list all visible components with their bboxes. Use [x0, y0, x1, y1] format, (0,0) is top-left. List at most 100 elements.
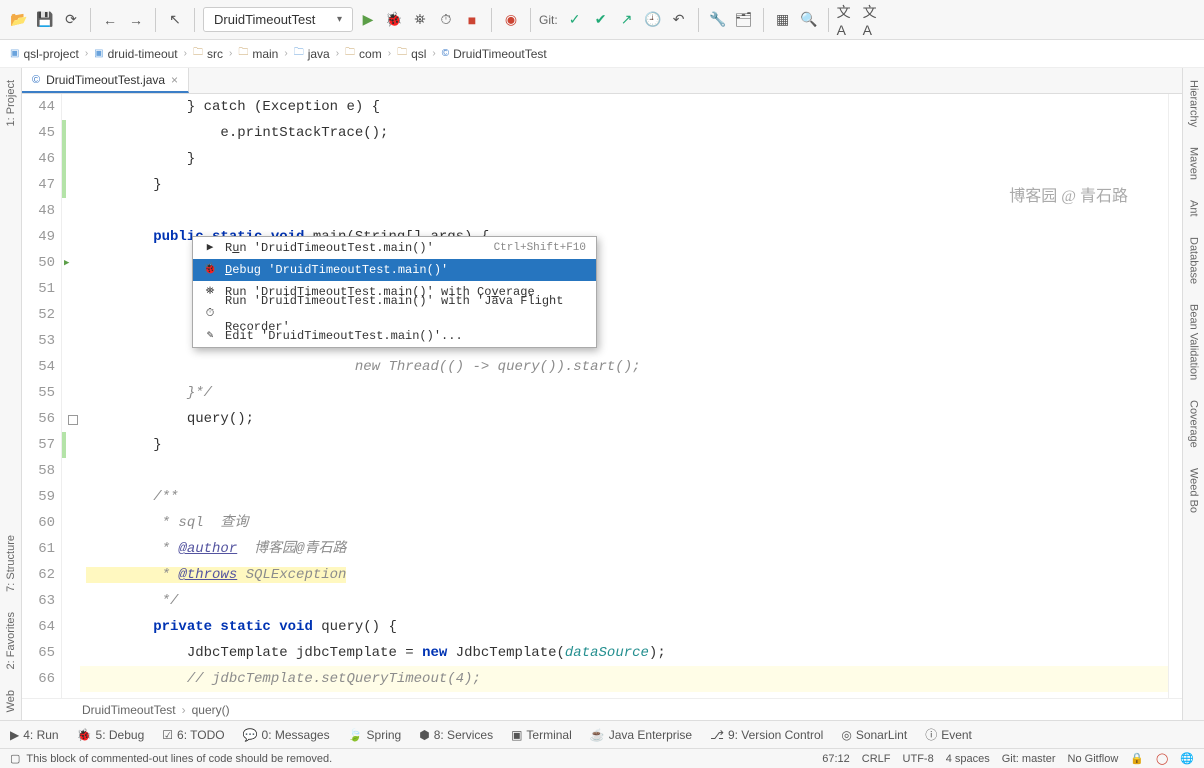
tool-window-label: Event — [941, 728, 972, 742]
main-toolbar: 📂 💾 ⟳ ← → ↖ DruidTimeoutTest ▾ ▶ 🐞 ⛯ ⏱ ■… — [0, 0, 1204, 40]
tool-window-button[interactable]: 🐞 5: Debug — [77, 728, 145, 742]
code-editor[interactable]: 4445464748495051525354555657585960616263… — [22, 94, 1182, 698]
context-menu-item[interactable]: ▶Run 'DruidTimeoutTest.main()'Ctrl+Shift… — [193, 237, 596, 259]
sidebar-item-structure[interactable]: 7: Structure — [3, 527, 19, 600]
breadcrumb-item[interactable]: 🗀qsl — [397, 45, 426, 62]
tool-window-button[interactable]: 💬0: Messages — [243, 728, 330, 742]
close-icon[interactable]: × — [171, 73, 178, 87]
line-number-gutter: 4445464748495051525354555657585960616263… — [22, 94, 62, 698]
build-icon[interactable]: 🔧 — [707, 9, 729, 31]
breadcrumb-item[interactable]: ▣qsl-project — [10, 47, 79, 61]
indent[interactable]: 4 spaces — [946, 753, 990, 765]
context-menu: ▶Run 'DruidTimeoutTest.main()'Ctrl+Shift… — [192, 236, 597, 348]
git-commit-icon[interactable]: ✔ — [590, 9, 612, 31]
undo-arrow-icon[interactable]: ↖ — [164, 9, 186, 31]
breadcrumb-item[interactable]: 🗀com — [345, 45, 382, 62]
tool-window-icon: ⎇ — [710, 728, 724, 742]
translate-b-icon[interactable]: 文A — [863, 9, 885, 31]
open-file-icon[interactable]: 📂 — [8, 9, 30, 31]
sidebar-item-project[interactable]: 1: Project — [3, 72, 19, 134]
editor-tab[interactable]: © DruidTimeoutTest.java × — [22, 68, 189, 93]
save-all-icon[interactable]: 💾 — [34, 9, 56, 31]
code-content[interactable]: 博客园 @ 青石路 } catch (Exception e) { e.prin… — [80, 94, 1168, 698]
status-message: This block of commented-out lines of cod… — [26, 753, 332, 765]
breadcrumb: ▣qsl-project› ▣druid-timeout› 🗀src› 🗀mai… — [0, 40, 1204, 68]
sidebar-item-coverage[interactable]: Coverage — [1186, 392, 1202, 456]
gutter-marks — [62, 94, 80, 698]
menu-item-label: Edit 'DruidTimeoutTest.main()'... — [225, 323, 578, 349]
tool-window-label: 8: Services — [434, 728, 493, 742]
tool-window-button[interactable]: ⓘEvent — [925, 726, 972, 743]
encoding[interactable]: UTF-8 — [903, 753, 934, 765]
context-menu-item[interactable]: ⏱Run 'DruidTimeoutTest.main()' with 'Jav… — [193, 303, 596, 325]
context-menu-item[interactable]: 🐞Debug 'DruidTimeoutTest.main()' — [193, 259, 596, 281]
status-icon: ▢ — [10, 752, 20, 765]
tool-window-button[interactable]: ⎇9: Version Control — [710, 728, 823, 742]
tool-window-button[interactable]: ☑ 6: TODO — [162, 728, 224, 742]
tool-window-icon: ☑ — [162, 728, 173, 742]
tool-window-button[interactable]: ▶ 4: Run — [10, 728, 59, 742]
chevron-down-icon: ▾ — [337, 14, 342, 25]
tool-window-label: 6: TODO — [177, 728, 225, 742]
tool-window-icon: ◎ — [841, 728, 851, 742]
profile-icon[interactable]: ⏱ — [435, 9, 457, 31]
gitflow-status[interactable]: No Gitflow — [1068, 753, 1119, 765]
cursor-position[interactable]: 67:12 — [822, 753, 850, 765]
tool-window-label: 5: Debug — [96, 728, 145, 742]
debug-icon[interactable]: 🐞 — [383, 9, 405, 31]
tool-window-button[interactable]: 🍃Spring — [348, 728, 402, 742]
tool-window-button[interactable]: ▣Terminal — [511, 728, 572, 742]
stop-icon[interactable]: ■ — [461, 9, 483, 31]
sidebar-item-web[interactable]: Web — [3, 682, 19, 720]
breadcrumb-item[interactable]: ©DruidTimeoutTest — [442, 47, 547, 61]
sidebar-item-favorites[interactable]: 2: Favorites — [3, 604, 19, 677]
crumb-item[interactable]: DruidTimeoutTest — [82, 703, 176, 717]
sidebar-item-bean-validation[interactable]: Bean Validation — [1186, 296, 1202, 388]
tool-window-bar: ▶ 4: Run 🐞 5: Debug ☑ 6: TODO 💬0: Messages 🍃Spr… — [0, 720, 1204, 748]
context-menu-item[interactable]: ✎Edit 'DruidTimeoutTest.main()'... — [193, 325, 596, 347]
sidebar-item-database[interactable]: Database — [1186, 229, 1202, 292]
search-icon[interactable]: 🔍 — [798, 9, 820, 31]
git-revert-icon[interactable]: ↶ — [668, 9, 690, 31]
tool-window-icon: ▶ — [10, 728, 19, 742]
line-sep[interactable]: CRLF — [862, 753, 891, 765]
sidebar-item-hierarchy[interactable]: Hierarchy — [1186, 72, 1202, 135]
status-bar: ▢ This block of commented-out lines of c… — [0, 748, 1204, 768]
forward-icon[interactable]: → — [125, 9, 147, 31]
breadcrumb-item[interactable]: ▣druid-timeout — [94, 47, 177, 61]
tool-window-icon: 🐞 — [77, 728, 92, 742]
run-config-select[interactable]: DruidTimeoutTest ▾ — [203, 7, 353, 32]
sidebar-item-maven[interactable]: Maven — [1186, 139, 1202, 188]
breadcrumb-item[interactable]: 🗀java — [294, 45, 330, 62]
tool-window-button[interactable]: ◎SonarLint — [841, 728, 907, 742]
crumb-item[interactable]: query() — [192, 703, 230, 717]
git-push-icon[interactable]: ↗ — [616, 9, 638, 31]
breadcrumb-item[interactable]: 🗀main — [238, 45, 278, 62]
tool-window-icon: 🍃 — [348, 728, 363, 742]
back-icon[interactable]: ← — [99, 9, 121, 31]
sidebar-item-ant[interactable]: Ant — [1186, 192, 1202, 225]
coverage-icon[interactable]: ⛯ — [409, 9, 431, 31]
translate-a-icon[interactable]: 文A — [837, 9, 859, 31]
layout-icon[interactable]: ▦ — [772, 9, 794, 31]
tool-window-button[interactable]: ⬢8: Services — [419, 728, 493, 742]
run-icon[interactable]: ▶ — [357, 9, 379, 31]
git-pull-icon[interactable]: ✓ — [564, 9, 586, 31]
browser-icon[interactable]: 🌐 — [1180, 752, 1194, 765]
git-history-icon[interactable]: 🕘 — [642, 9, 664, 31]
git-branch[interactable]: Git: master — [1002, 753, 1056, 765]
attach-debug-icon[interactable]: ◉ — [500, 9, 522, 31]
project-structure-icon[interactable]: 🗂 — [733, 9, 755, 31]
profiler-icon[interactable]: ◯ — [1156, 752, 1168, 765]
tool-window-icon: 💬 — [243, 728, 258, 742]
sidebar-item-weed[interactable]: Weed Bo — [1186, 460, 1202, 521]
error-stripe[interactable] — [1168, 94, 1182, 698]
breadcrumb-item[interactable]: 🗀src — [193, 45, 223, 62]
editor-tab-row: © DruidTimeoutTest.java × — [22, 68, 1182, 94]
tool-window-button[interactable]: ☕Java Enterprise — [590, 728, 692, 742]
tool-window-label: 4: Run — [23, 728, 58, 742]
lock-icon[interactable]: 🔒 — [1130, 752, 1144, 765]
sync-icon[interactable]: ⟳ — [60, 9, 82, 31]
tool-window-label: Java Enterprise — [609, 728, 692, 742]
editor-crumbtrail: DruidTimeoutTest › query() — [22, 698, 1182, 720]
